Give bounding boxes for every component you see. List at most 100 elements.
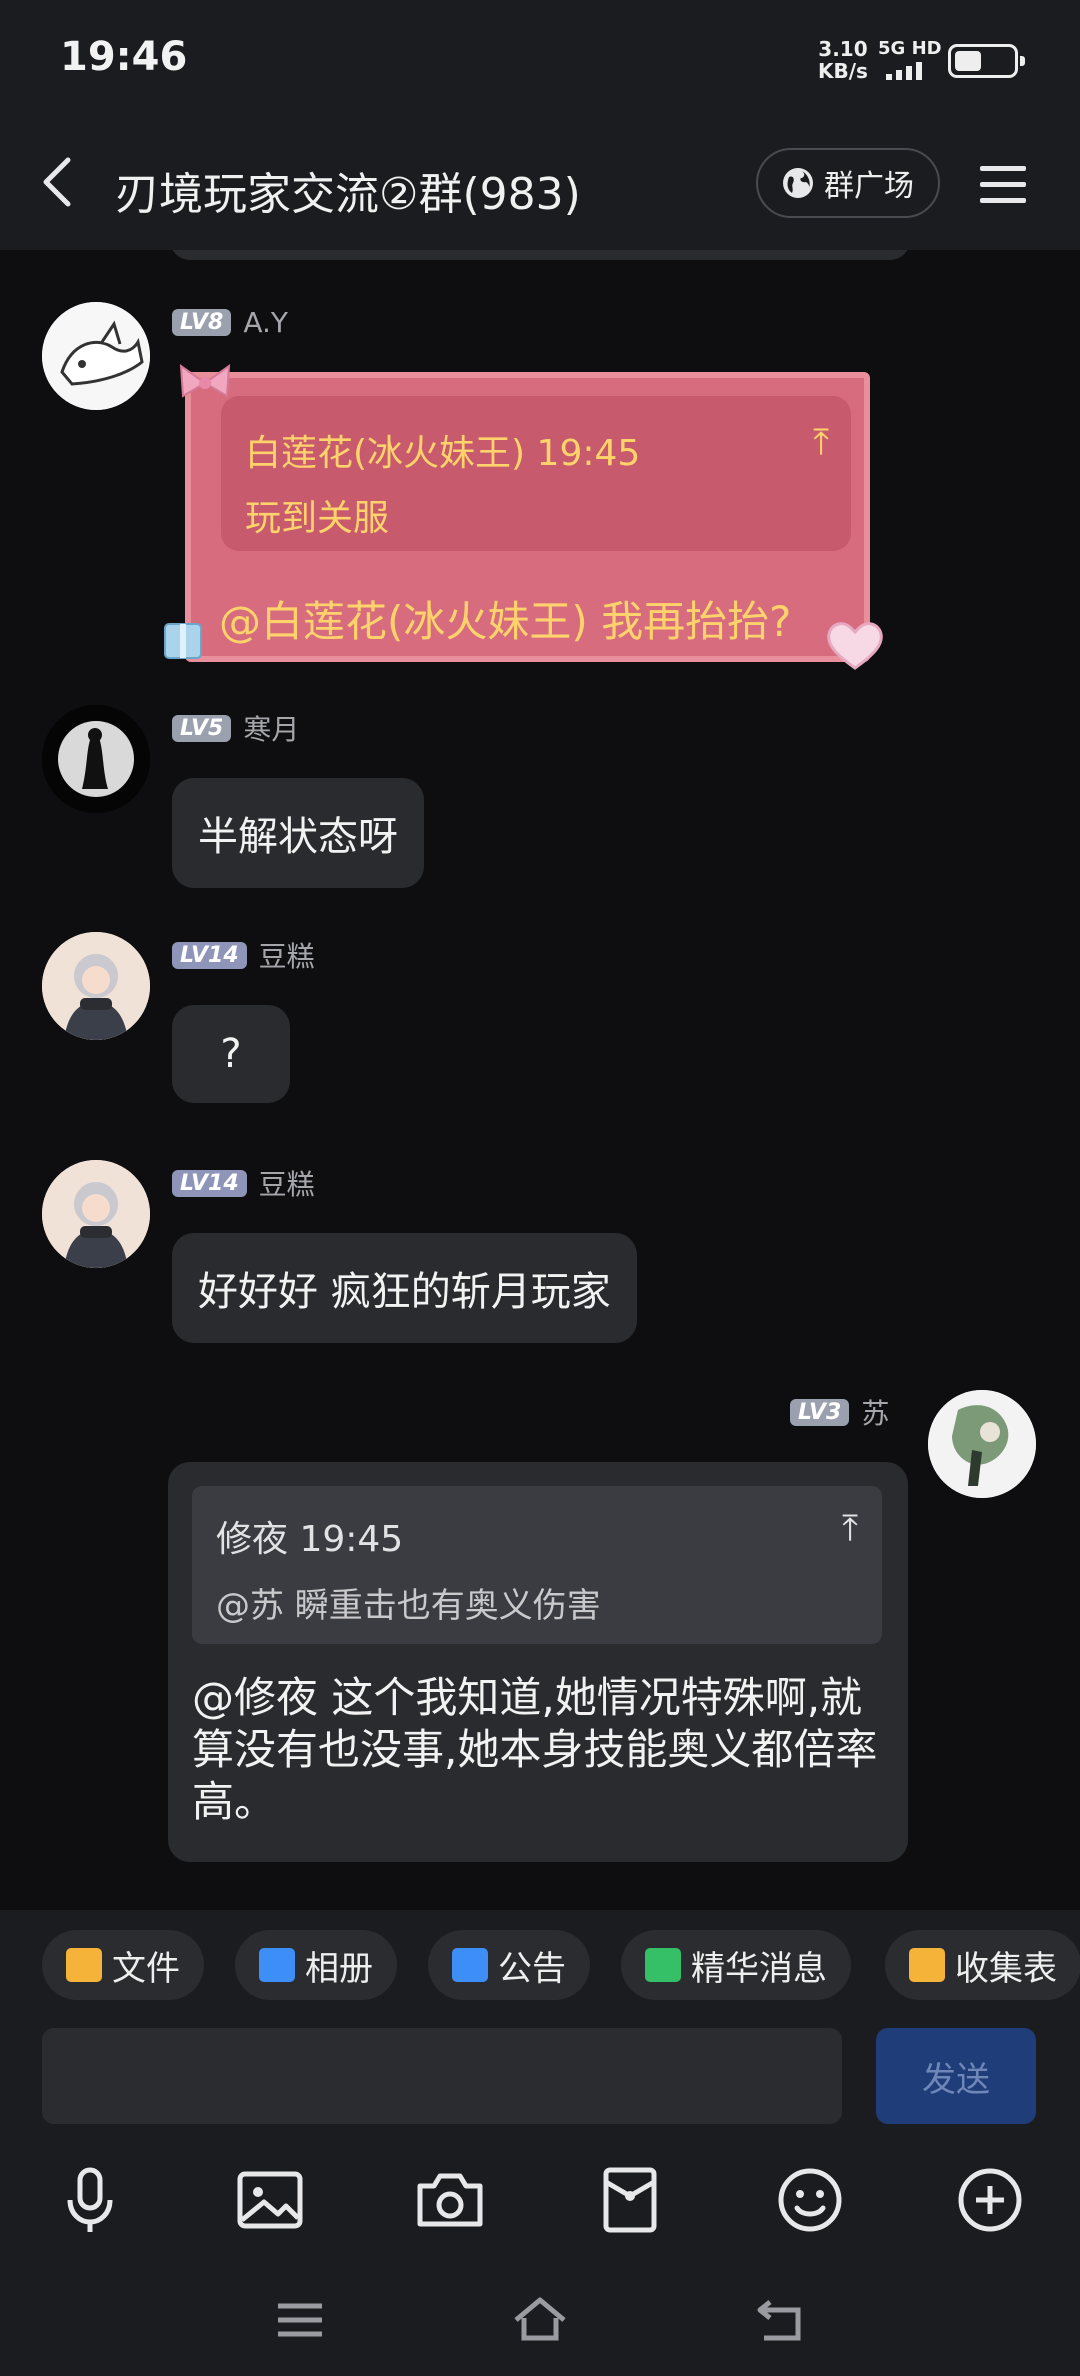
avatar[interactable] bbox=[42, 932, 150, 1040]
avatar[interactable] bbox=[42, 1160, 150, 1268]
quoted-message[interactable]: 修夜 19:45 @苏 瞬重击也有奥义伤害 ⤒ bbox=[192, 1486, 882, 1644]
quoted-message[interactable]: 白莲花(冰火妹王) 19:45 玩到关服 ⤒ bbox=[221, 396, 851, 551]
more-button[interactable] bbox=[950, 2160, 1030, 2240]
previous-message-bubble bbox=[170, 250, 910, 260]
microphone-icon bbox=[67, 2167, 113, 2232]
avatar-image bbox=[928, 1390, 1036, 1498]
back-button[interactable] bbox=[36, 152, 86, 212]
group-menu-button[interactable] bbox=[976, 162, 1032, 208]
level-badge: LV14 bbox=[172, 1169, 247, 1197]
quick-action-label: 文件 bbox=[112, 1948, 180, 1989]
quick-action-label: 精华消息 bbox=[691, 1948, 827, 1989]
message-bubble[interactable]: 好好好 疯狂的斩月玩家 bbox=[172, 1233, 637, 1343]
composer-panel: 文件 相册 公告 精华消息 收集表 发送 bbox=[0, 1910, 1080, 2376]
globe-icon bbox=[783, 168, 813, 198]
quote-header: 修夜 19:45 bbox=[216, 1519, 404, 1560]
red-packet-icon bbox=[603, 2167, 657, 2233]
album-icon bbox=[259, 1948, 295, 1982]
jump-to-quote-icon[interactable]: ⤒ bbox=[813, 422, 829, 464]
red-packet-button[interactable] bbox=[590, 2160, 670, 2240]
send-button[interactable]: 发送 bbox=[876, 2028, 1036, 2124]
home-icon bbox=[514, 2297, 566, 2341]
nav-back-button[interactable] bbox=[750, 2290, 810, 2350]
special-message-card[interactable]: 白莲花(冰火妹王) 19:45 玩到关服 ⤒ @白莲花(冰火妹王) 我再抬抬? bbox=[164, 363, 883, 670]
quick-action-album[interactable]: 相册 bbox=[235, 1930, 397, 2000]
group-title[interactable]: 刃境玩家交流②群(983) bbox=[115, 158, 581, 222]
group-plaza-button[interactable]: 群广场 bbox=[756, 148, 940, 218]
chat-header: 刃境玩家交流②群(983) 群广场 bbox=[0, 120, 1080, 250]
camera-button[interactable] bbox=[410, 2160, 490, 2240]
recent-apps-icon bbox=[278, 2303, 322, 2337]
message-list[interactable]: LV8 A.Y 白莲花(冰火妹王) 19:45 玩到关服 ⤒ @白莲花(冰火妹王… bbox=[0, 250, 1080, 1910]
sender-name[interactable]: 寒月 bbox=[243, 708, 299, 748]
avatar-image bbox=[42, 302, 150, 410]
level-badge: LV3 bbox=[790, 1398, 850, 1426]
camera-icon bbox=[417, 2173, 483, 2227]
avatar[interactable] bbox=[928, 1390, 1036, 1498]
image-icon bbox=[237, 2171, 303, 2229]
network-type: 5G HD bbox=[878, 38, 942, 59]
system-navigation-bar bbox=[0, 2270, 1080, 2376]
message-bubble[interactable]: ? bbox=[172, 1005, 290, 1103]
quote-text: 玩到关服 bbox=[245, 498, 390, 539]
back-icon bbox=[757, 2300, 801, 2341]
heart-icon bbox=[827, 622, 883, 670]
message-text: @修夜 这个我知道,她情况特殊啊,就算没有也没事,她本身技能奥义都倍率高。 bbox=[192, 1673, 878, 1826]
network-speed: 3.10 KB/s bbox=[818, 37, 868, 83]
quote-text: @苏 瞬重击也有奥义伤害 bbox=[216, 1586, 601, 1626]
sender-meta: LV8 A.Y bbox=[172, 306, 288, 339]
announcement-icon bbox=[452, 1948, 488, 1982]
highlight-icon bbox=[645, 1948, 681, 1982]
sender-meta: LV3 苏 bbox=[790, 1392, 889, 1432]
emoji-button[interactable] bbox=[770, 2160, 850, 2240]
gift-box-icon bbox=[164, 623, 202, 659]
sender-name[interactable]: 豆糕 bbox=[259, 935, 315, 975]
hamburger-menu-icon bbox=[980, 166, 1026, 203]
sender-name[interactable]: 豆糕 bbox=[259, 1163, 315, 1203]
plaza-label: 群广场 bbox=[824, 169, 914, 204]
battery-icon bbox=[948, 44, 1025, 78]
level-badge: LV14 bbox=[172, 941, 247, 969]
voice-button[interactable] bbox=[50, 2160, 130, 2240]
chevron-left-icon bbox=[43, 157, 71, 207]
plus-circle-icon bbox=[958, 2168, 1022, 2232]
avatar-image bbox=[42, 1160, 150, 1268]
sender-name[interactable]: A.Y bbox=[243, 306, 288, 339]
composer-toolbar bbox=[0, 2150, 1080, 2250]
message-input[interactable] bbox=[42, 2028, 842, 2124]
jump-to-quote-icon[interactable]: ⤒ bbox=[842, 1508, 858, 1550]
avatar[interactable] bbox=[42, 705, 150, 813]
message-text: @白莲花(冰火妹王) 我再抬抬? bbox=[219, 597, 792, 646]
sender-meta: LV14 豆糕 bbox=[172, 935, 315, 975]
sender-name[interactable]: 苏 bbox=[861, 1392, 889, 1432]
quote-header: 白莲花(冰火妹王) 19:45 bbox=[245, 433, 641, 474]
message-bubble[interactable]: 半解状态呀 bbox=[172, 778, 424, 888]
clipboard-icon bbox=[909, 1948, 945, 1982]
quick-action-announcement[interactable]: 公告 bbox=[428, 1930, 590, 2000]
sender-meta: LV5 寒月 bbox=[172, 708, 299, 748]
avatar-image bbox=[42, 705, 150, 813]
signal-icon bbox=[886, 62, 922, 80]
quick-action-label: 公告 bbox=[498, 1948, 566, 1989]
quick-action-file[interactable]: 文件 bbox=[42, 1930, 204, 2000]
folder-icon bbox=[66, 1948, 102, 1982]
quick-action-label: 相册 bbox=[305, 1948, 373, 1989]
avatar-image bbox=[42, 932, 150, 1040]
quick-action-label: 收集表 bbox=[955, 1948, 1057, 1989]
status-bar: 19:46 3.10 KB/s 5G HD bbox=[0, 0, 1080, 120]
sender-meta: LV14 豆糕 bbox=[172, 1163, 315, 1203]
quick-action-collection-form[interactable]: 收集表 bbox=[885, 1930, 1080, 2000]
level-badge: LV8 bbox=[172, 309, 232, 336]
status-time: 19:46 bbox=[60, 34, 188, 80]
message-bubble[interactable]: 修夜 19:45 @苏 瞬重击也有奥义伤害 ⤒ @修夜 这个我知道,她情况特殊啊… bbox=[168, 1462, 908, 1862]
quick-action-bar[interactable]: 文件 相册 公告 精华消息 收集表 bbox=[0, 1930, 1080, 2006]
nav-home-button[interactable] bbox=[510, 2290, 570, 2350]
level-badge: LV5 bbox=[172, 714, 232, 742]
avatar[interactable] bbox=[42, 302, 150, 410]
ribbon-bow-icon bbox=[179, 363, 231, 398]
emoji-icon bbox=[778, 2168, 842, 2232]
image-button[interactable] bbox=[230, 2160, 310, 2240]
quick-action-highlights[interactable]: 精华消息 bbox=[621, 1930, 851, 2000]
card-frame: 白莲花(冰火妹王) 19:45 玩到关服 ⤒ @白莲花(冰火妹王) 我再抬抬? bbox=[185, 372, 870, 662]
nav-menu-button[interactable] bbox=[270, 2290, 330, 2350]
